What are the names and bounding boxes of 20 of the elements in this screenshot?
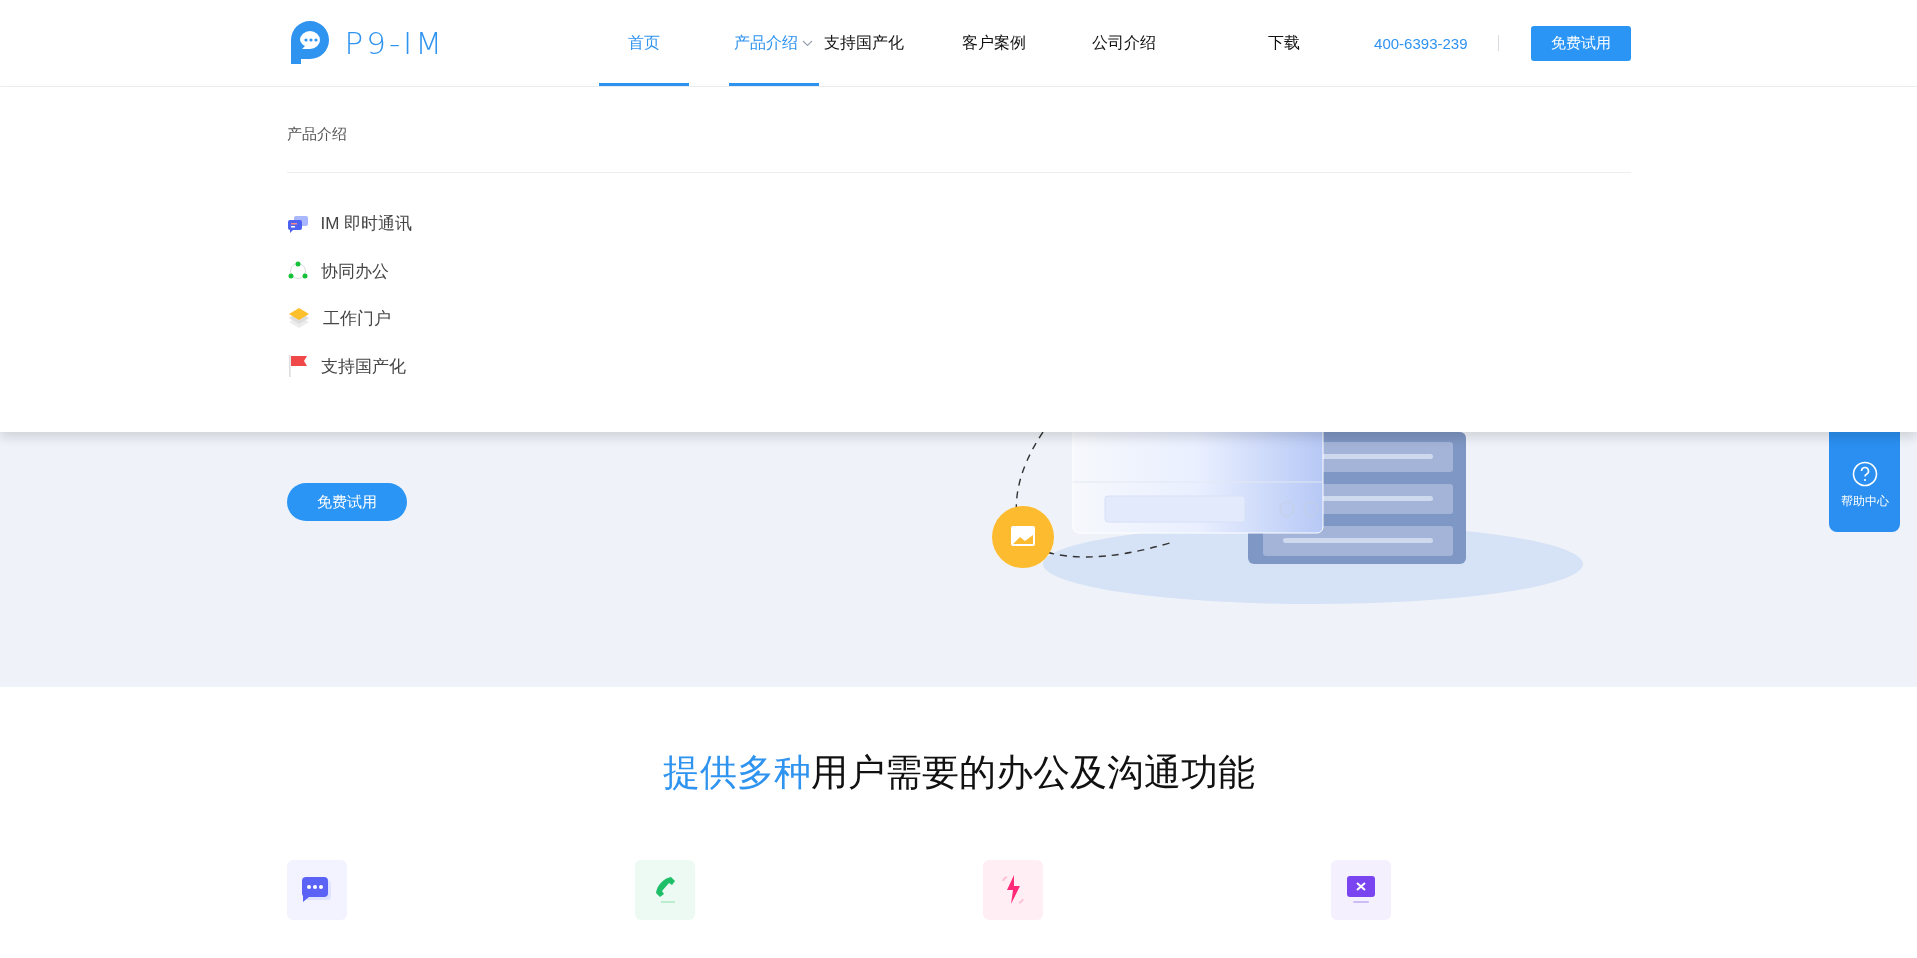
- nav-link[interactable]: 支持国产化: [818, 0, 909, 86]
- menu-item[interactable]: 支持国产化: [286, 342, 406, 390]
- nav-link[interactable]: 下载: [1238, 0, 1329, 86]
- nav-link[interactable]: 公司介绍: [1078, 0, 1169, 86]
- help-icon: [1851, 461, 1878, 487]
- menu-item[interactable]: 工作门户: [286, 295, 391, 343]
- section-title: 提供多种用户需要的办公及沟通功能: [661, 751, 1256, 795]
- help-center-label: 帮助中心: [1840, 493, 1889, 510]
- connected-nodes-icon: [286, 261, 309, 282]
- caret-icon: [802, 39, 813, 47]
- menu-title: 产品介绍: [286, 125, 347, 142]
- nav-link[interactable]: 客户案例: [948, 0, 1039, 86]
- phone-number: 400-6393-239: [1374, 34, 1468, 52]
- menu-item[interactable]: 协同办公: [286, 247, 389, 295]
- logo-text: P9-IM: [344, 25, 445, 61]
- flag-icon: [286, 354, 309, 379]
- chat-icon: [300, 876, 333, 904]
- monitor-icon: [1344, 874, 1377, 906]
- menu-item[interactable]: IM 即时通讯: [286, 200, 413, 248]
- chat-bubbles-icon: [286, 214, 309, 233]
